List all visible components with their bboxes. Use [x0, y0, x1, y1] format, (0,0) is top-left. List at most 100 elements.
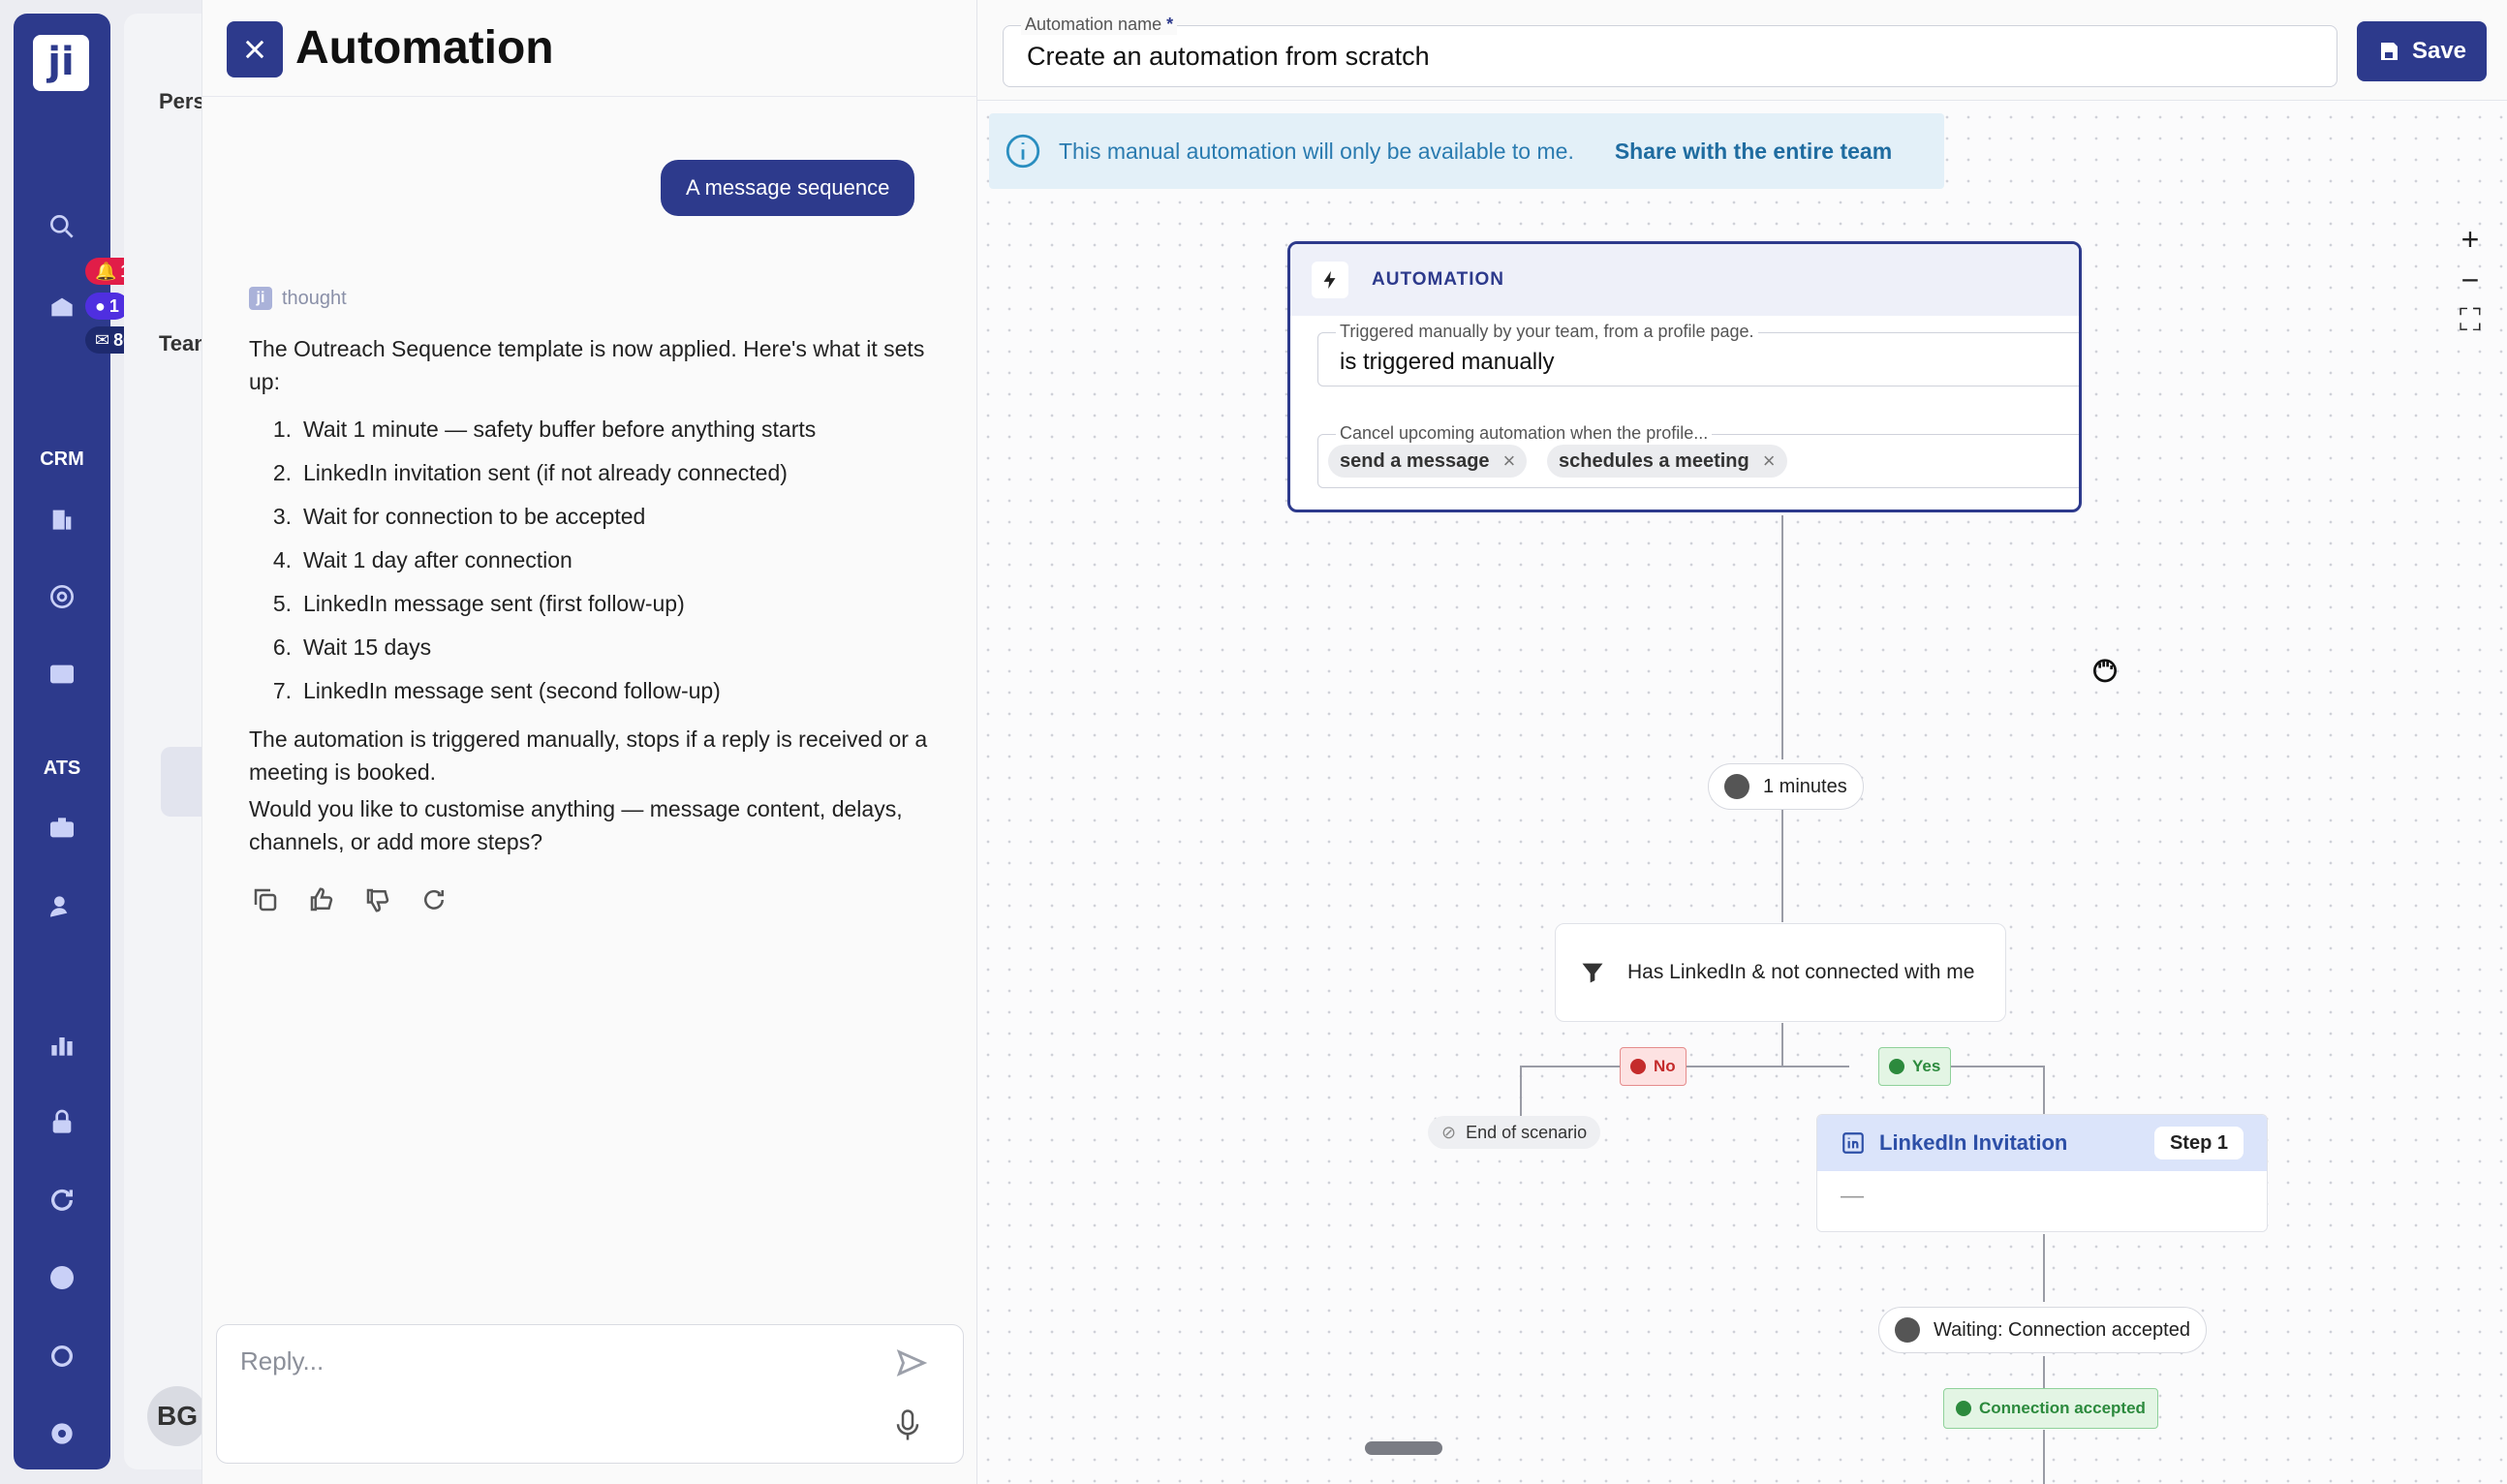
background-section-title: Pers — [159, 89, 205, 113]
assistant-chat-panel: Automation A message sequence ji thought… — [202, 0, 977, 1484]
avatar[interactable]: BG — [147, 1386, 207, 1446]
node-body: — — [1841, 1183, 1864, 1209]
send-icon[interactable] — [895, 1346, 928, 1379]
list-item: 5. LinkedIn message sent (first follow-up… — [272, 591, 685, 616]
connector-line — [1781, 808, 1783, 922]
connector-line — [1781, 515, 1783, 759]
list-item: 4. Wait 1 day after connection — [272, 547, 573, 572]
condition-chip: schedules a meeting × — [1547, 445, 1787, 478]
briefcase-icon[interactable] — [14, 809, 110, 848]
refresh-icon[interactable] — [14, 1181, 110, 1220]
connector-line — [2043, 1430, 2045, 1484]
connector-line — [1520, 1066, 1522, 1116]
waiting-node[interactable]: Waiting: Connection accepted — [1878, 1307, 2207, 1353]
save-button[interactable]: Save — [2357, 21, 2487, 81]
close-button[interactable] — [227, 21, 283, 77]
no-status-icon — [1630, 1059, 1646, 1074]
info-text: This manual automation will only be avai… — [1059, 138, 1574, 164]
regenerate-icon[interactable] — [418, 883, 450, 916]
field-label: Cancel upcoming automation when the prof… — [1336, 423, 1713, 444]
field-label: Triggered manually by your team, from a … — [1336, 322, 1758, 342]
automation-name-input[interactable]: Create an automation from scratch — [1027, 42, 1430, 72]
chip-remove-icon[interactable]: × — [1763, 448, 1776, 474]
list-item: 7. LinkedIn message sent (second follow-u… — [272, 678, 721, 703]
bell-icon: 🔔 — [95, 261, 117, 281]
copy-icon[interactable] — [249, 883, 282, 916]
card-heading: AUTOMATION — [1372, 269, 1505, 290]
connector-line — [1781, 1023, 1783, 1067]
team-badge[interactable]: ● 1 — [85, 293, 129, 320]
list-item: 2. LinkedIn invitation sent (if not alrea… — [272, 460, 788, 485]
background-section-title: Tean — [159, 331, 207, 356]
branch-no-tag: No — [1620, 1047, 1687, 1086]
assistant-logo-icon: ji — [249, 287, 272, 310]
condition-text: Has LinkedIn & not connected with me — [1627, 961, 1975, 983]
step-badge: Step 1 — [2153, 1127, 2244, 1159]
connector-line — [2043, 1356, 2045, 1388]
app-logo[interactable]: ji — [33, 35, 89, 91]
trigger-select[interactable]: Triggered manually by your team, from a … — [1317, 322, 2079, 386]
mail-icon: ✉ — [95, 329, 110, 350]
field-label: Automation name — [1025, 15, 1162, 34]
ats-section-label: ATS — [43, 757, 81, 779]
message-outro: The automation is triggered manually, st… — [249, 727, 928, 785]
filter-icon — [1582, 963, 1603, 983]
automation-trigger-card[interactable]: AUTOMATION Triggered manually by your te… — [1287, 241, 2082, 512]
search-icon[interactable] — [14, 207, 110, 246]
check-circle-icon — [1956, 1401, 1971, 1416]
save-icon — [2380, 43, 2398, 60]
target-icon[interactable] — [14, 577, 110, 616]
microphone-icon[interactable] — [893, 1408, 922, 1443]
zoom-in-icon[interactable]: + — [2446, 219, 2494, 260]
crm-section-label: CRM — [40, 448, 84, 470]
lock-icon[interactable] — [14, 1103, 110, 1142]
list-item: 1. Wait 1 minute — safety buffer before a… — [272, 417, 817, 442]
gear-icon[interactable] — [14, 1414, 110, 1453]
connection-accepted-tag: Connection accepted — [1943, 1388, 2158, 1429]
thought-toggle[interactable]: ji thought — [249, 287, 347, 310]
linkedin-invitation-node[interactable]: LinkedIn Invitation Step 1 — — [1816, 1114, 2268, 1232]
cancel-conditions-select[interactable]: Cancel upcoming automation when the prof… — [1317, 423, 2079, 488]
list-item: 3. Wait for connection to be accepted — [272, 504, 646, 529]
thumbs-up-icon[interactable] — [305, 883, 338, 916]
flow-canvas[interactable]: Automation name * Create an automation f… — [977, 0, 2507, 1484]
connector-line — [2043, 1234, 2045, 1302]
message-actions — [249, 883, 450, 916]
automation-modal: Automation A message sequence ji thought… — [201, 0, 2507, 1484]
help-icon[interactable] — [14, 1258, 110, 1297]
message-intro: The Outreach Sequence template is now ap… — [249, 336, 925, 394]
delay-node[interactable]: 1 minutes — [1708, 763, 1864, 810]
fit-view-icon[interactable]: ⛶ — [2446, 300, 2494, 341]
connector-line — [2043, 1066, 2045, 1114]
info-icon — [1006, 134, 1040, 169]
share-team-link[interactable]: Share with the entire team — [1615, 139, 1892, 165]
steps-list: 1. Wait 1 minute — safety buffer before a… — [249, 408, 937, 713]
condition-node[interactable]: Has LinkedIn & not connected with me — [1555, 923, 2006, 1022]
horizontal-scrollbar[interactable] — [1365, 1441, 1442, 1455]
app-sidebar: ji 🔔14 ●1 ✉86 CRM ATS — [14, 14, 150, 1469]
chart-icon[interactable] — [14, 1026, 110, 1065]
branch-yes-tag: Yes — [1878, 1047, 1952, 1086]
required-marker: * — [1166, 15, 1174, 34]
contact-card-icon[interactable] — [14, 655, 110, 694]
zoom-controls: + − ⛶ — [2446, 219, 2494, 345]
cloud-sync-icon[interactable] — [14, 1337, 110, 1376]
building-icon[interactable] — [14, 500, 110, 539]
lock-icon: ● — [95, 295, 106, 316]
thought-label: thought — [282, 287, 347, 309]
automation-name-field[interactable]: Automation name * Create an automation f… — [1003, 15, 2337, 87]
zoom-out-icon[interactable]: − — [2446, 260, 2494, 300]
reply-input[interactable]: Reply... — [240, 1346, 324, 1376]
reply-box[interactable]: Reply... — [216, 1324, 964, 1464]
assistant-message: The Outreach Sequence template is now ap… — [249, 332, 937, 858]
timer-icon — [1895, 1317, 1920, 1343]
save-label: Save — [2411, 38, 2467, 64]
list-item: 6. Wait 15 days — [272, 634, 432, 660]
end-of-scenario-node[interactable]: ⊘ End of scenario — [1428, 1116, 1601, 1149]
chip-remove-icon[interactable]: × — [1503, 448, 1516, 474]
condition-chip: send a message × — [1328, 445, 1528, 478]
user-search-icon[interactable] — [14, 887, 110, 926]
thumbs-down-icon[interactable] — [361, 883, 394, 916]
bolt-icon — [1312, 262, 1348, 298]
info-banner: This manual automation will only be avai… — [989, 113, 1944, 189]
